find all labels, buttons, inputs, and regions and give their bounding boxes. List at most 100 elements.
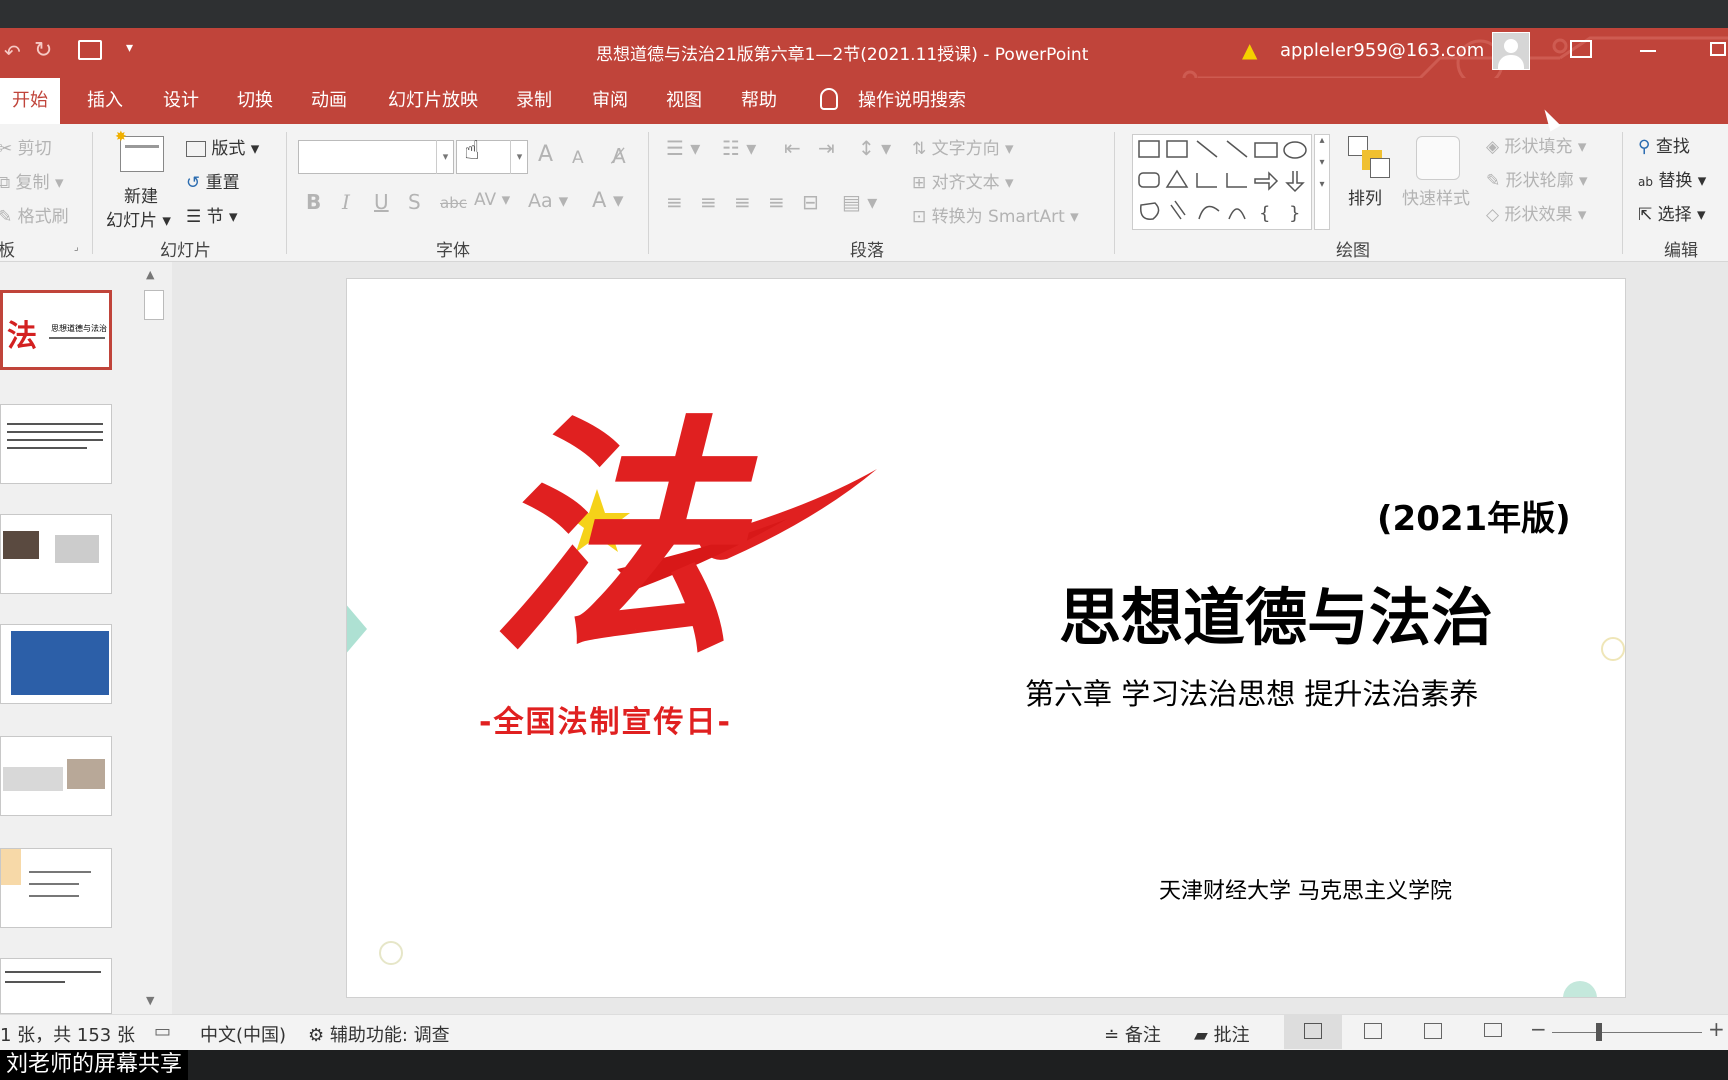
cut-button[interactable]: ✂ 剪切 [0,134,52,159]
dialog-launcher-icon[interactable]: ⌟ [74,242,79,253]
zoom-out-icon[interactable]: − [1530,1017,1547,1041]
find-button[interactable]: ⚲ 查找 [1638,132,1690,157]
language-indicator[interactable]: 中文(中国) [200,1021,286,1047]
tab-animations[interactable]: 动画 [311,78,347,124]
columns-icon[interactable]: ▤ ▾ [842,190,877,214]
bold-button[interactable]: B [306,190,321,214]
normal-view-button[interactable] [1284,1015,1342,1049]
tab-insert[interactable]: 插入 [87,78,123,124]
tab-view[interactable]: 视图 [666,78,702,124]
align-center-icon[interactable]: ≡ [700,190,717,214]
restore-icon[interactable] [1710,42,1726,56]
spell-check-icon[interactable]: ▭ [154,1021,171,1042]
align-left-icon[interactable]: ≡ [666,190,683,214]
text-direction-button[interactable]: ⇅ 文字方向 ▾ [912,134,1014,159]
zoom-slider[interactable] [1552,1032,1702,1033]
logo-character: 法 [487,392,737,686]
thumbnail-slide-7[interactable] [0,958,112,1014]
tab-transitions[interactable]: 切换 [237,78,273,124]
font-size-dropdown-icon[interactable]: ▾ [510,140,528,174]
align-text-button[interactable]: ⊞ 对齐文本 ▾ [912,168,1014,193]
shadow-button[interactable]: S [408,190,421,214]
character-spacing-button[interactable]: AV ▾ [474,190,510,210]
thumbnail-slide-1[interactable]: 法 思想道德与法治 [0,290,112,370]
replace-button[interactable]: ab 替换 ▾ [1638,166,1706,191]
shrink-font-button[interactable]: A [572,148,584,168]
zoom-slider-thumb[interactable] [1596,1023,1602,1041]
separator [1622,132,1623,254]
line-spacing-icon[interactable]: ↕ ▾ [858,136,891,160]
font-color-button[interactable]: A ▾ [592,188,624,212]
section-button[interactable]: ☰ 节 ▾ [186,202,238,227]
clear-format-icon[interactable]: A̸ [612,144,626,168]
font-name-dropdown-icon[interactable]: ▾ [436,140,454,174]
decrease-indent-icon[interactable]: ⇤ [784,136,801,160]
thumbnail-slide-6[interactable] [0,848,112,928]
thumbnail-slide-2[interactable] [0,404,112,484]
slideshow-view-icon[interactable] [1484,1023,1502,1037]
undo-icon[interactable]: ↶ [4,40,21,64]
format-painter-button[interactable]: ✎ 格式刷 [0,202,69,227]
search-icon: ⚲ [1638,137,1651,157]
shape-outline-button[interactable]: ✎ 形状轮廓 ▾ [1486,166,1588,191]
grow-font-button[interactable]: A [538,142,553,167]
thumbnails-scrollbar[interactable]: ▲ ▼ [142,266,166,1012]
comments-button[interactable]: ▰ 批注 [1194,1021,1250,1047]
shapes-gallery[interactable]: {} [1132,134,1312,230]
shape-fill-button[interactable]: ◈ 形状填充 ▾ [1486,132,1586,157]
quick-styles-button[interactable]: 快速样式 [1402,184,1470,209]
reset-button[interactable]: ↺ 重置 [186,168,240,193]
arrange-button[interactable]: 排列 [1348,184,1382,209]
copy-button[interactable]: ⧉ 复制 ▾ [0,168,63,193]
convert-smartart-button[interactable]: ⊡ 转换为 SmartArt ▾ [912,202,1079,227]
new-slide-icon[interactable]: ✸ [115,129,164,172]
tab-design[interactable]: 设计 [163,78,199,124]
zoom-in-icon[interactable]: + [1708,1017,1725,1041]
change-case-button[interactable]: Aa ▾ [528,190,568,212]
underline-button[interactable]: U [374,190,389,214]
slide-sorter-icon[interactable] [1364,1023,1382,1039]
quick-styles-icon[interactable] [1416,136,1460,180]
decor-circle [379,941,403,965]
scroll-down-icon[interactable]: ▼ [146,994,154,1007]
reading-view-icon[interactable] [1424,1023,1442,1039]
scissors-icon: ✂ [0,139,13,159]
distributed-icon[interactable]: ⊟ [802,190,819,214]
select-button[interactable]: ⇱ 选择 ▾ [1638,200,1706,225]
redo-icon[interactable]: ↻ [34,38,52,63]
start-slideshow-icon[interactable] [78,40,102,60]
scroll-thumb[interactable] [144,290,164,320]
thumbnail-slide-3[interactable] [0,514,112,594]
notes-button[interactable]: ≐ 备注 [1104,1021,1161,1047]
bullets-icon[interactable]: ☰ ▾ [666,136,700,160]
slide[interactable]: 法 -全国法制宣传日- (2021年版) 思想道德与法治 第六章 学习法治思想 … [346,278,1626,998]
thumbnail-slide-5[interactable] [0,736,112,816]
layout-button[interactable]: 版式 ▾ [186,134,259,159]
minimize-icon[interactable] [1640,50,1656,52]
thumbnail-slide-4[interactable] [0,624,112,704]
align-right-icon[interactable]: ≡ [734,190,751,214]
customize-toolbar-icon[interactable]: ▾ [126,40,133,56]
tab-review[interactable]: 审阅 [592,78,628,124]
account-name[interactable]: appleler959@163.com [1280,40,1484,61]
increase-indent-icon[interactable]: ⇥ [818,136,835,160]
avatar[interactable] [1492,32,1530,70]
new-slide-label[interactable]: 新建 [124,182,158,207]
justify-icon[interactable]: ≡ [768,190,785,214]
tab-slideshow[interactable]: 幻灯片放映 [388,78,478,124]
ribbon-display-options-icon[interactable] [1570,40,1592,58]
scroll-up-icon[interactable]: ▲ [146,268,154,281]
accessibility-button[interactable]: ⚙ 辅助功能: 调查 [308,1021,450,1047]
gallery-scroll[interactable]: ▴ ▾ ▾ [1314,134,1330,230]
tab-help[interactable]: 帮助 [741,78,777,124]
new-slide-label-2[interactable]: 幻灯片 ▾ [106,206,171,231]
tab-home[interactable]: 开始 [0,78,60,124]
shape-effects-button[interactable]: ◇ 形状效果 ▾ [1486,200,1586,225]
numbering-icon[interactable]: ☷ ▾ [722,136,756,160]
smartart-icon: ⊡ [912,207,927,227]
italic-button[interactable]: I [342,190,350,214]
tab-record[interactable]: 录制 [516,78,552,124]
font-name-input[interactable] [298,140,454,174]
strikethrough-button[interactable]: abc [440,194,467,212]
tell-me-search[interactable]: 操作说明搜索 [858,78,966,124]
